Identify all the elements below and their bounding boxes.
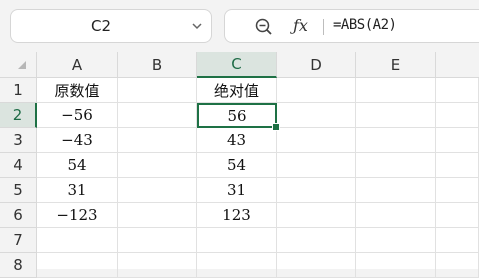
cell-e1[interactable] xyxy=(356,78,436,103)
cell-d6[interactable] xyxy=(277,203,356,228)
select-all-icon xyxy=(18,61,26,69)
formula-bar-divider xyxy=(323,19,324,35)
cell-d8[interactable] xyxy=(277,253,356,278)
row-header-8[interactable]: 8 xyxy=(0,253,37,278)
cell-a2[interactable]: −56 xyxy=(37,103,118,128)
column-header-e[interactable]: E xyxy=(356,52,436,78)
cell-c4[interactable]: 54 xyxy=(197,153,277,178)
cell-e8[interactable] xyxy=(356,253,436,278)
cell-e3[interactable] xyxy=(356,128,436,153)
cell-f1[interactable] xyxy=(436,78,479,103)
cell-c8[interactable] xyxy=(197,253,277,278)
cell-a5[interactable]: 31 xyxy=(37,178,118,203)
cell-f6[interactable] xyxy=(436,203,479,228)
cell-b2[interactable] xyxy=(118,103,197,128)
function-icon[interactable]: ƒx xyxy=(293,16,315,36)
column-header-d[interactable]: D xyxy=(277,52,356,78)
cell-c1[interactable]: 绝对值 xyxy=(197,78,277,103)
row-header-1[interactable]: 1 xyxy=(0,78,37,103)
column-header-c[interactable]: C xyxy=(197,52,277,78)
cell-a4[interactable]: 54 xyxy=(37,153,118,178)
toolbar: C2 ƒx =ABS(A2) xyxy=(0,0,479,52)
spreadsheet-grid[interactable]: A B C D E 1 原数值 绝对值 2 −56 56 3 −43 43 4 54 54 5 31 31 6 −123 1… xyxy=(0,52,479,278)
cell-b8[interactable] xyxy=(118,253,197,278)
zoom-icon[interactable] xyxy=(254,17,274,37)
cell-d3[interactable] xyxy=(277,128,356,153)
cell-b5[interactable] xyxy=(118,178,197,203)
cell-d4[interactable] xyxy=(277,153,356,178)
cell-b6[interactable] xyxy=(118,203,197,228)
row-header-4[interactable]: 4 xyxy=(0,153,37,178)
row-header-6[interactable]: 6 xyxy=(0,203,37,228)
cell-f3[interactable] xyxy=(436,128,479,153)
row-header-5[interactable]: 5 xyxy=(0,178,37,203)
cell-b3[interactable] xyxy=(118,128,197,153)
formula-input[interactable]: =ABS(A2) xyxy=(333,17,397,33)
cell-d7[interactable] xyxy=(277,228,356,253)
cell-c5[interactable]: 31 xyxy=(197,178,277,203)
cell-e6[interactable] xyxy=(356,203,436,228)
cell-a7[interactable] xyxy=(37,228,118,253)
row-header-2[interactable]: 2 xyxy=(0,103,37,128)
cell-c6[interactable]: 123 xyxy=(197,203,277,228)
cell-e5[interactable] xyxy=(356,178,436,203)
cell-c3[interactable]: 43 xyxy=(197,128,277,153)
cell-e4[interactable] xyxy=(356,153,436,178)
row-header-7[interactable]: 7 xyxy=(0,228,37,253)
cell-f5[interactable] xyxy=(436,178,479,203)
cell-a1[interactable]: 原数值 xyxy=(37,78,118,103)
cell-b7[interactable] xyxy=(118,228,197,253)
cell-e7[interactable] xyxy=(356,228,436,253)
formula-bar[interactable]: ƒx =ABS(A2) xyxy=(224,9,479,43)
fill-handle[interactable] xyxy=(272,123,280,131)
cell-b1[interactable] xyxy=(118,78,197,103)
cell-d5[interactable] xyxy=(277,178,356,203)
cell-e2[interactable] xyxy=(356,103,436,128)
select-all-corner[interactable] xyxy=(0,52,37,78)
name-box-value: C2 xyxy=(90,17,112,35)
column-header-b[interactable]: B xyxy=(118,52,197,78)
cell-a6[interactable]: −123 xyxy=(37,203,118,228)
cell-d2[interactable] xyxy=(277,103,356,128)
cell-f2[interactable] xyxy=(436,103,479,128)
cell-a8[interactable] xyxy=(37,253,118,278)
cell-c7[interactable] xyxy=(197,228,277,253)
column-header-a[interactable]: A xyxy=(37,52,118,78)
column-header-f[interactable] xyxy=(436,52,479,78)
row-header-3[interactable]: 3 xyxy=(0,128,37,153)
chevron-down-icon[interactable] xyxy=(189,18,205,34)
cell-b4[interactable] xyxy=(118,153,197,178)
cell-f4[interactable] xyxy=(436,153,479,178)
name-box[interactable]: C2 xyxy=(10,9,212,43)
cell-a3[interactable]: −43 xyxy=(37,128,118,153)
cell-f8[interactable] xyxy=(436,253,479,278)
cell-d1[interactable] xyxy=(277,78,356,103)
cell-c2[interactable]: 56 xyxy=(197,103,277,128)
cell-f7[interactable] xyxy=(436,228,479,253)
